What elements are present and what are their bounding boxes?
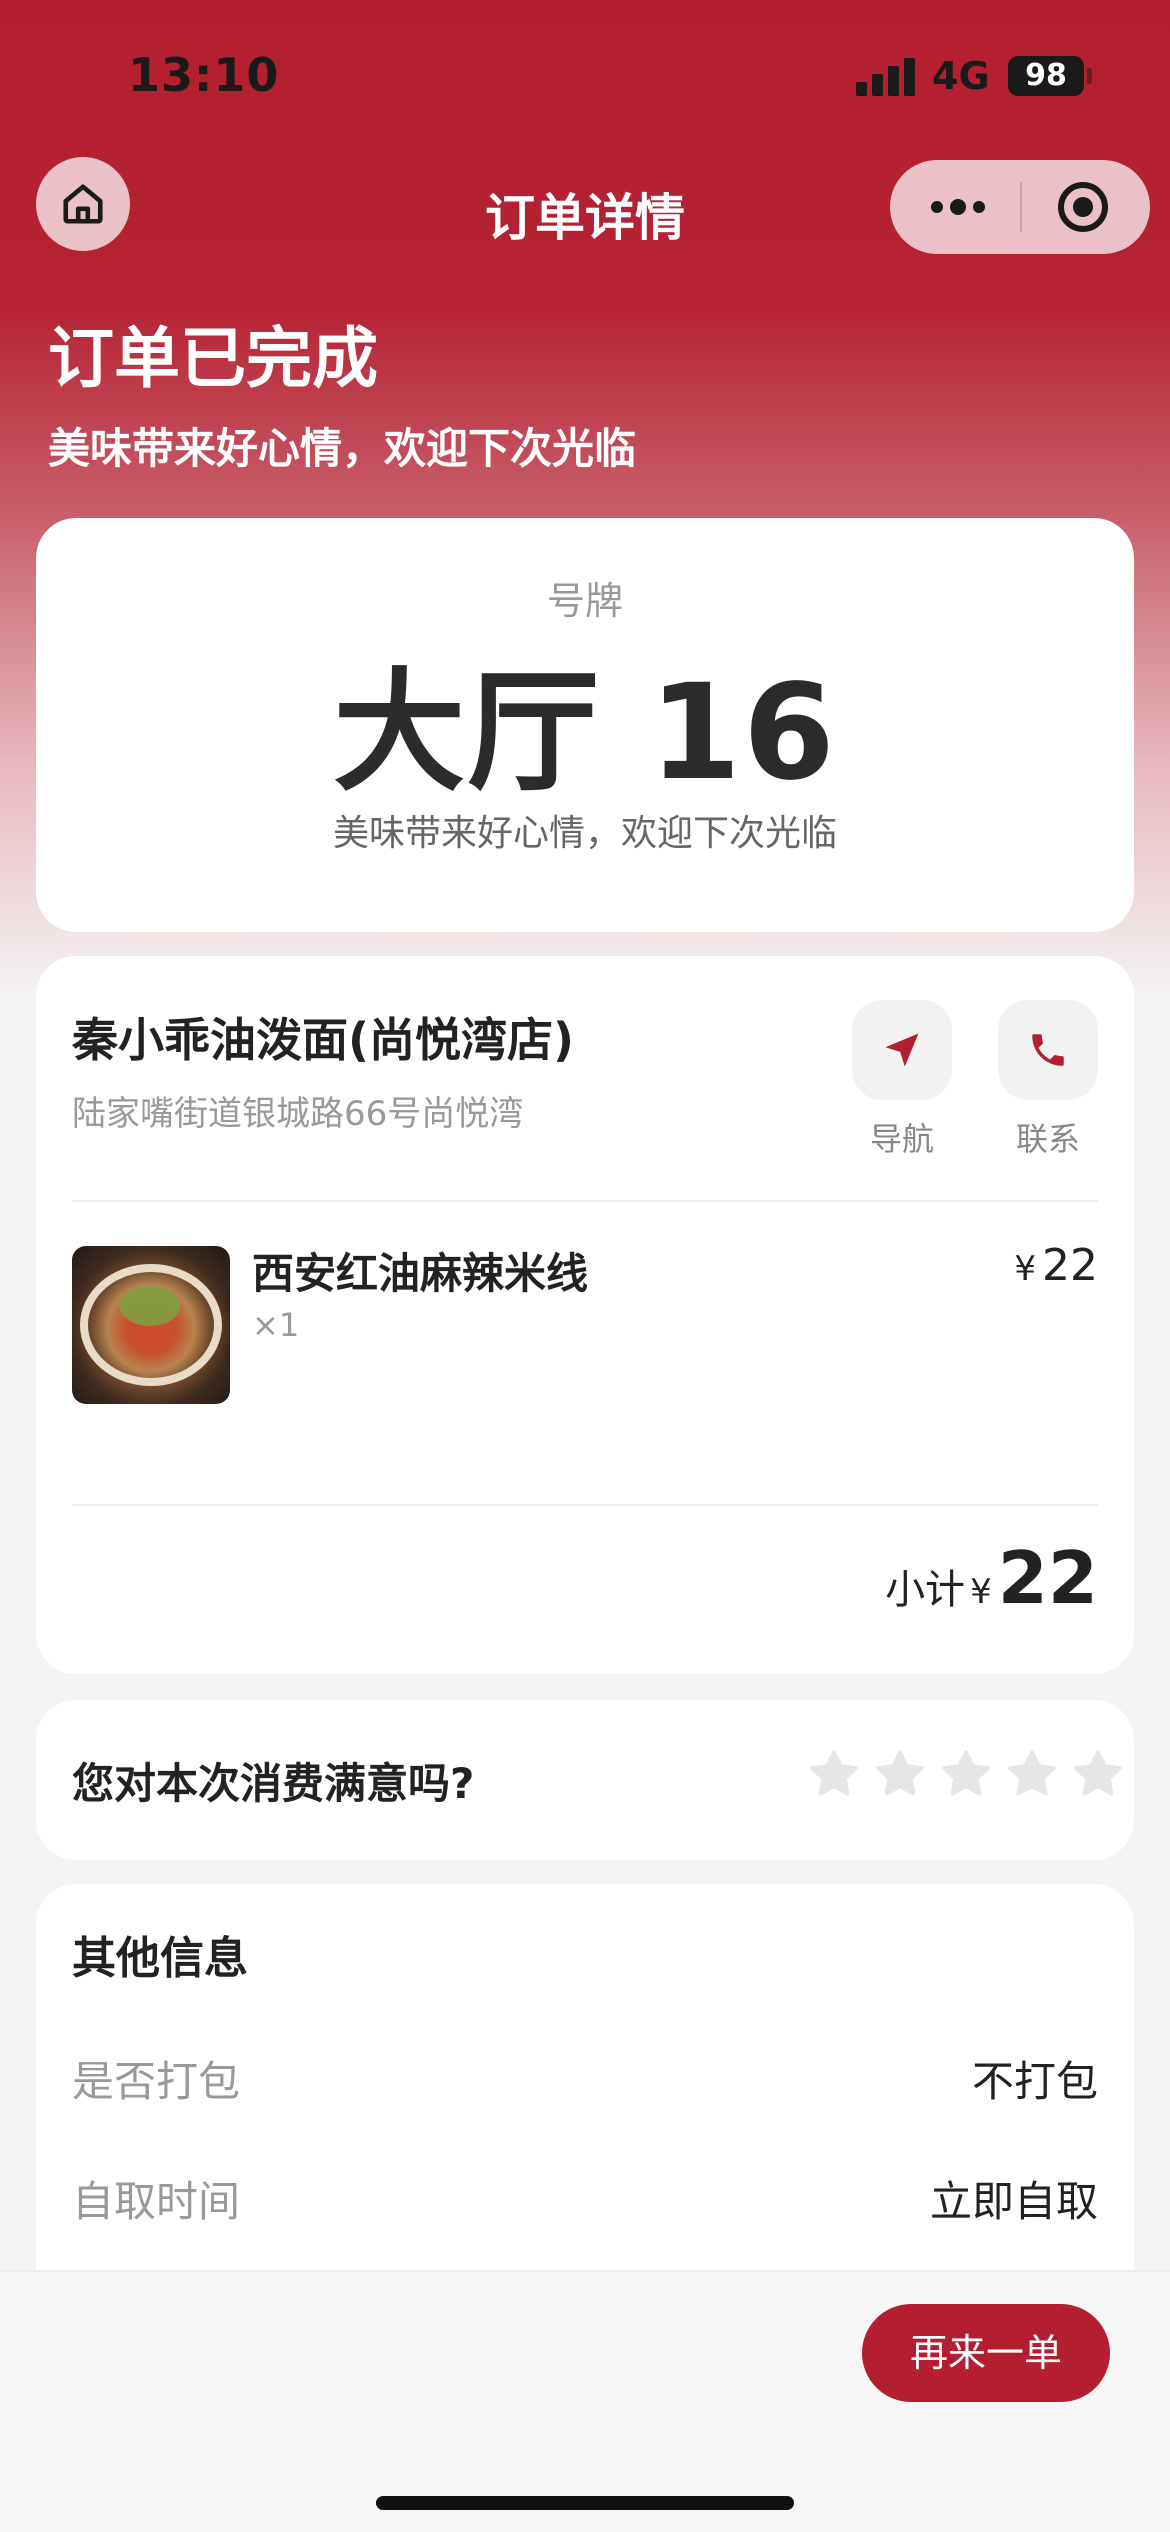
contact-icon-circle (998, 1000, 1098, 1100)
target-circle-icon[interactable] (1058, 182, 1108, 232)
signal-icon (856, 58, 916, 96)
bottom-bar: 再来一单 (0, 2270, 1170, 2532)
info-value: 立即自取 (929, 2177, 1098, 2226)
info-key: 是否打包 (72, 2057, 241, 2106)
navigate-button[interactable]: 导航 (852, 1000, 952, 1160)
star-icon[interactable] (938, 1746, 994, 1802)
star-icon[interactable] (1004, 1746, 1060, 1802)
capsule-divider (1020, 182, 1022, 232)
contact-button[interactable]: 联系 (998, 1000, 1098, 1160)
item-price-value: 22 (1042, 1240, 1098, 1291)
order-status-subtitle: 美味带来好心情，欢迎下次光临 (48, 424, 637, 473)
subtotal: 小计 ¥22 (885, 1536, 1098, 1620)
currency-symbol: ¥ (1014, 1249, 1036, 1289)
shop-address: 陆家嘴街道银城路66号尚悦湾 (72, 1094, 524, 1134)
navigate-icon-circle (852, 1000, 952, 1100)
star-icon[interactable] (872, 1746, 928, 1802)
subtotal-amount: 22 (997, 1536, 1098, 1620)
info-row-packing: 是否打包 不打包 (72, 2048, 1098, 2109)
info-value: 不打包 (971, 2057, 1098, 2106)
mini-program-capsule (890, 160, 1150, 254)
navigate-arrow-icon (885, 1033, 919, 1067)
order-status-title: 订单已完成 (48, 320, 378, 397)
item-quantity: ×1 (252, 1306, 300, 1344)
food-image (72, 1246, 230, 1404)
rating-question: 您对本次消费满意吗? (72, 1759, 475, 1808)
item-price: ¥22 (1014, 1240, 1098, 1291)
more-dots-icon[interactable] (928, 160, 988, 254)
rating-stars (806, 1746, 1126, 1802)
divider (72, 1200, 1098, 1202)
status-time: 13:10 (128, 48, 280, 102)
shop-name[interactable]: 秦小乖油泼面(尚悦湾店) (72, 1004, 574, 1070)
currency-symbol: ¥ (970, 1572, 992, 1612)
ticket-card: 号牌 大厅 16 美味带来好心情，欢迎下次光临 (36, 518, 1134, 932)
ticket-label: 号牌 (546, 579, 623, 623)
order-card: 秦小乖油泼面(尚悦湾店) 陆家嘴街道银城路66号尚悦湾 导航 联系 西安红油麻辣… (36, 956, 1134, 1674)
star-icon[interactable] (806, 1746, 862, 1802)
rating-card: 您对本次消费满意吗? (36, 1700, 1134, 1860)
battery-tip (1087, 68, 1092, 84)
info-row-pickup-time: 自取时间 立即自取 (72, 2168, 1098, 2229)
info-key: 自取时间 (72, 2177, 241, 2226)
subtotal-label: 小计 (885, 1567, 966, 1613)
battery-icon: 98 (1008, 56, 1084, 96)
ticket-number: 大厅 16 (333, 656, 837, 810)
status-bar: 13:10 4G 98 (0, 0, 1170, 150)
home-indicator (376, 2496, 794, 2510)
network-type: 4G (932, 54, 990, 98)
divider (72, 1504, 1098, 1506)
contact-label: 联系 (1015, 1120, 1080, 1158)
phone-icon (1032, 1034, 1064, 1066)
item-name: 西安红油麻辣米线 (252, 1249, 589, 1298)
navigate-label: 导航 (869, 1120, 934, 1158)
star-icon[interactable] (1070, 1746, 1126, 1802)
other-info-title: 其他信息 (72, 1933, 248, 1984)
ticket-message: 美味带来好心情，欢迎下次光临 (332, 813, 837, 854)
reorder-button[interactable]: 再来一单 (862, 2304, 1110, 2402)
